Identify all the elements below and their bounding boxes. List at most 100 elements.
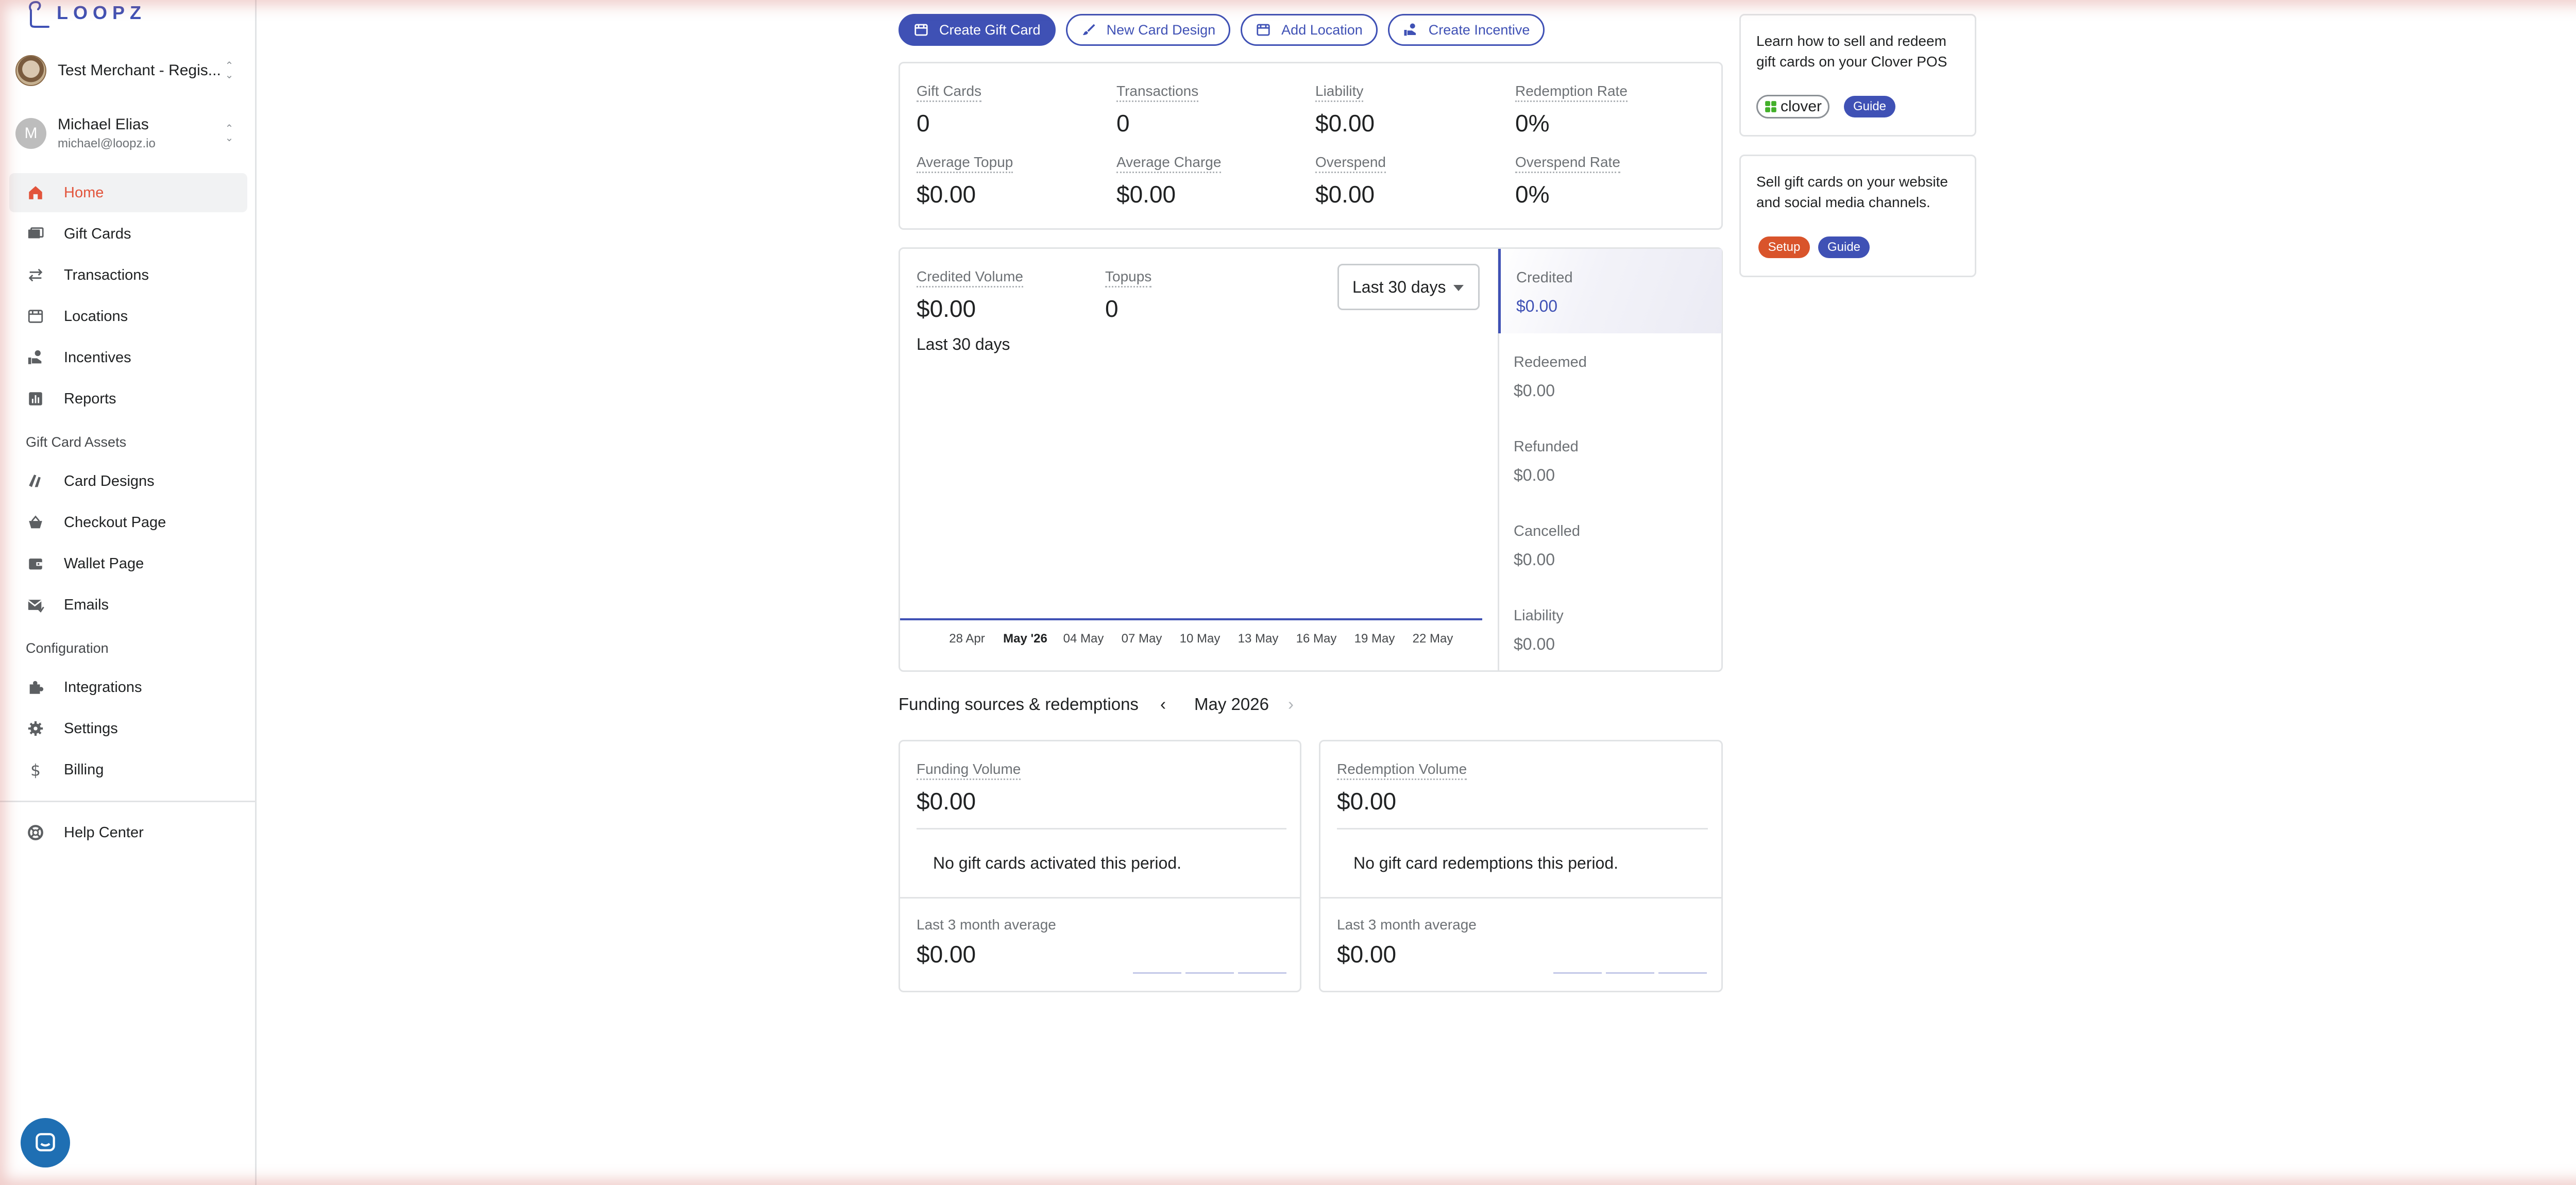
section-label-assets: Gift Card Assets [26,434,127,450]
user-switcher[interactable]: M Michael Elias michael@loopz.io ⌃ ⌄ [15,110,237,157]
x-tick-label: 22 May [1412,632,1453,646]
brush-icon [1082,24,1095,35]
metric-label[interactable]: Average Charge [1116,154,1222,173]
create-gift-card-button[interactable]: Create Gift Card [899,14,1056,46]
metric-label[interactable]: Overspend [1315,154,1386,173]
nav-item-billing[interactable]: $ Billing [9,750,247,789]
nav-item-card-designs[interactable]: Card Designs [9,462,247,501]
redemption-volume-card: Redemption Volume $0.00 No gift card red… [1319,740,1723,992]
clover-info-card: Learn how to sell and redeem gift cards … [1739,14,1976,137]
summary-card: Gift Cards 0 Transactions 0 Liability $0… [899,62,1723,230]
tab-label: Cancelled [1514,523,1580,539]
nav-item-gift-cards[interactable]: Gift Cards [9,214,247,253]
tab-liability[interactable]: Liability $0.00 [1498,587,1722,671]
action-toolbar: Create Gift Card New Card Design Add Loc… [899,14,1545,46]
empty-state-message: No gift cards activated this period. [933,854,1182,872]
metric-label[interactable]: Redemption Rate [1515,83,1628,102]
tab-redeemed[interactable]: Redeemed $0.00 [1498,333,1722,418]
date-range-select[interactable]: Last 30 days [1337,264,1480,310]
tab-label: Refunded [1514,438,1579,455]
metric-label[interactable]: Overspend Rate [1515,154,1620,173]
tab-value: $0.00 [1516,297,1558,315]
nav-label: Incentives [64,349,131,366]
metric-value: $0.00 [917,788,976,815]
nav-item-emails[interactable]: Emails [9,585,247,624]
hand-coin-icon [28,350,42,364]
x-tick-label: 19 May [1354,632,1395,646]
next-month-button[interactable]: › [1288,695,1294,714]
funding-volume-card: Funding Volume $0.00 No gift cards activ… [899,740,1301,992]
divider [1320,897,1721,899]
nav-item-transactions[interactable]: Transactions [9,256,247,295]
nav-item-home[interactable]: Home [9,173,247,212]
cards-icon [28,227,44,239]
metric-value: $0.00 [1116,181,1176,208]
nav-label: Settings [64,720,118,737]
chat-launcher-button[interactable] [21,1118,70,1167]
divider [900,897,1300,899]
credited-volume-chart [900,618,1482,620]
new-card-design-button[interactable]: New Card Design [1065,14,1231,46]
tab-credited[interactable]: Credited $0.00 [1498,249,1722,333]
user-name: Michael Elias [58,116,149,133]
nav-label: Integrations [64,679,142,696]
nav-label: Locations [64,308,128,325]
metric-label[interactable]: Transactions [1116,83,1199,102]
website-setup-button[interactable]: Setup [1758,236,1810,258]
x-tick-label: 13 May [1238,632,1279,646]
metric-label[interactable]: Gift Cards [917,83,982,102]
nav-item-help-center[interactable]: Help Center [9,813,247,852]
metric-value: $0.00 [917,181,976,208]
metric-label[interactable]: Liability [1315,83,1364,102]
metric-label[interactable]: Credited Volume [917,268,1024,287]
brand-logo[interactable]: LOOPZ [26,0,146,31]
nav-item-reports[interactable]: Reports [9,379,247,418]
nav-item-locations[interactable]: Locations [9,297,247,336]
tab-cancelled[interactable]: Cancelled $0.00 [1498,502,1722,587]
website-guide-button[interactable]: Guide [1818,236,1870,258]
metric-label: Last 3 month average [917,917,1056,933]
x-tick-label: May '26 [1003,632,1047,646]
nav-item-wallet-page[interactable]: Wallet Page [9,544,247,583]
metric-average-topup: Average Topup $0.00 [917,154,1013,208]
metric-value: $0.00 [1337,941,1397,968]
merchant-switcher[interactable]: Test Merchant - Regis... ⌃ ⌄ [15,47,237,94]
metric-transactions: Transactions 0 [1116,83,1199,137]
user-email: michael@loopz.io [58,137,156,150]
metric-liability: Liability $0.00 [1315,83,1375,137]
metric-label[interactable]: Redemption Volume [1337,761,1467,780]
add-location-button[interactable]: Add Location [1241,14,1378,46]
sparkline-bar [1658,972,1707,974]
x-tick-label: 28 Apr [949,632,985,646]
palette-icon [29,475,41,487]
gear-icon [28,721,43,736]
loopz-logo-icon [29,1,49,28]
metric-value: 0% [1515,110,1550,137]
tab-refunded[interactable]: Refunded $0.00 [1498,418,1722,502]
nav-item-checkout-page[interactable]: Checkout Page [9,503,247,542]
tab-value: $0.00 [1514,550,1555,569]
sparkline-bar [1553,972,1602,974]
metric-label: Last 3 month average [1337,917,1477,933]
unfold-icon: ⌃ ⌄ [225,60,234,81]
metric-funding-volume: Funding Volume $0.00 [917,761,1021,815]
x-tick-label: 10 May [1179,632,1221,646]
clover-guide-button[interactable]: Guide [1844,96,1895,117]
nav-item-integrations[interactable]: Integrations [9,668,247,707]
nav-item-settings[interactable]: Settings [9,709,247,748]
metric-label[interactable]: Average Topup [917,154,1013,173]
metric-redemption-rate: Redemption Rate 0% [1515,83,1628,137]
metric-label[interactable]: Topups [1105,268,1152,287]
nav-item-incentives[interactable]: Incentives [9,338,247,377]
prev-month-button[interactable]: ‹ [1160,695,1166,714]
metric-overspend-rate: Overspend Rate 0% [1515,154,1620,208]
clover-badge[interactable]: clover [1756,95,1830,118]
tab-label: Redeemed [1514,354,1587,370]
nav-label: Home [64,184,104,201]
website-info-text: Sell gift cards on your website and soci… [1756,174,1948,210]
website-info-card: Sell gift cards on your website and soci… [1739,155,1976,277]
button-label: New Card Design [1106,22,1216,38]
metric-label[interactable]: Funding Volume [917,761,1021,780]
funding-section-title: Funding sources & redemptions [899,695,1139,714]
create-incentive-button[interactable]: Create Incentive [1387,14,1545,46]
